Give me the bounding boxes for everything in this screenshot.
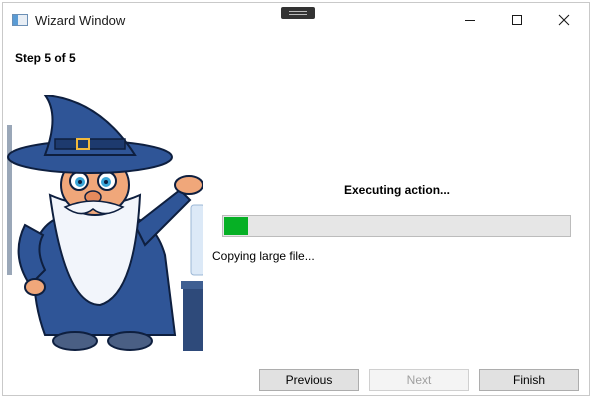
window-title: Wizard Window — [35, 13, 126, 28]
progress-bar — [222, 215, 571, 237]
maximize-icon — [512, 15, 522, 25]
progress-bar-fill — [224, 217, 248, 235]
minimize-button[interactable] — [447, 3, 493, 37]
previous-button[interactable]: Previous — [259, 369, 359, 391]
close-button[interactable] — [541, 3, 587, 37]
wizard-character-illustration — [7, 95, 203, 351]
app-window-icon — [12, 14, 28, 26]
action-heading: Executing action... — [344, 183, 451, 197]
wizard-window: Wizard Window Step 5 of 5 Executing acti… — [2, 2, 590, 396]
close-icon — [558, 14, 570, 26]
maximize-button[interactable] — [494, 3, 540, 37]
next-button[interactable]: Next — [369, 369, 469, 391]
minimize-icon — [465, 19, 475, 21]
step-indicator: Step 5 of 5 — [15, 51, 76, 65]
drag-handle-icon[interactable] — [281, 7, 315, 19]
title-bar[interactable]: Wizard Window — [3, 3, 589, 37]
status-text: Copying large file... — [212, 249, 315, 263]
finish-button[interactable]: Finish — [479, 369, 579, 391]
